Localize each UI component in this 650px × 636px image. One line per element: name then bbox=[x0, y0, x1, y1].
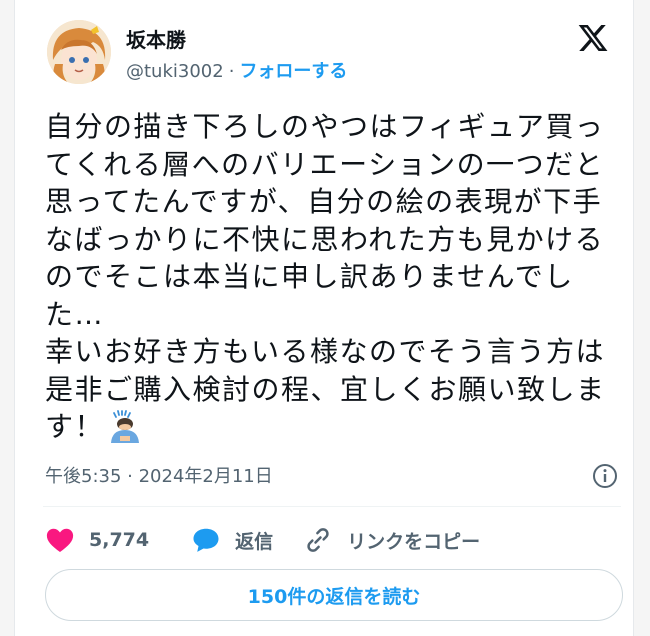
reply-label: 返信 bbox=[235, 530, 274, 553]
like-count: 5,774 bbox=[89, 529, 150, 551]
reply-button[interactable]: 返信 bbox=[191, 525, 273, 555]
avatar[interactable] bbox=[47, 20, 111, 84]
tweet-timestamp[interactable]: 午後5:35 · 2024年2月11日 bbox=[45, 462, 273, 488]
separator-dot: · bbox=[228, 61, 235, 82]
heart-icon bbox=[46, 528, 74, 552]
tweet-body: 自分の描き下ろしのやつはフィギュア買ってくれる層へのバリエーションの一つだと思っ… bbox=[45, 110, 606, 443]
action-bar: 5,774 返信 リンクをコピー bbox=[45, 524, 605, 556]
follow-button[interactable]: フォローする bbox=[239, 61, 347, 82]
copy-link-label: リンクをコピー bbox=[347, 530, 481, 553]
read-replies-label: 150件の返信を読む bbox=[247, 585, 421, 608]
author-meta: @tuki3002 · フォローする bbox=[126, 57, 347, 83]
like-button[interactable]: 5,774 bbox=[45, 525, 149, 555]
read-replies-button[interactable]: 150件の返信を読む bbox=[45, 569, 623, 621]
tweet-text: 自分の描き下ろしのやつはフィギュア買ってくれる層へのバリエーションの一つだと思っ… bbox=[45, 108, 625, 446]
info-icon[interactable] bbox=[591, 462, 619, 490]
x-logo-icon[interactable] bbox=[577, 22, 609, 54]
author-name[interactable]: 坂本勝 bbox=[126, 24, 186, 53]
copy-link-button[interactable]: リンクをコピー bbox=[303, 525, 480, 555]
speech-bubble-icon bbox=[193, 528, 219, 552]
person-bowing-emoji-icon bbox=[108, 410, 142, 444]
tweet-card: 坂本勝 @tuki3002 · フォローする 自分の描き下ろしのやつはフィギュア買っ… bbox=[14, 0, 634, 636]
link-icon bbox=[307, 528, 329, 552]
divider bbox=[43, 506, 621, 507]
author-handle[interactable]: @tuki3002 bbox=[126, 61, 224, 82]
